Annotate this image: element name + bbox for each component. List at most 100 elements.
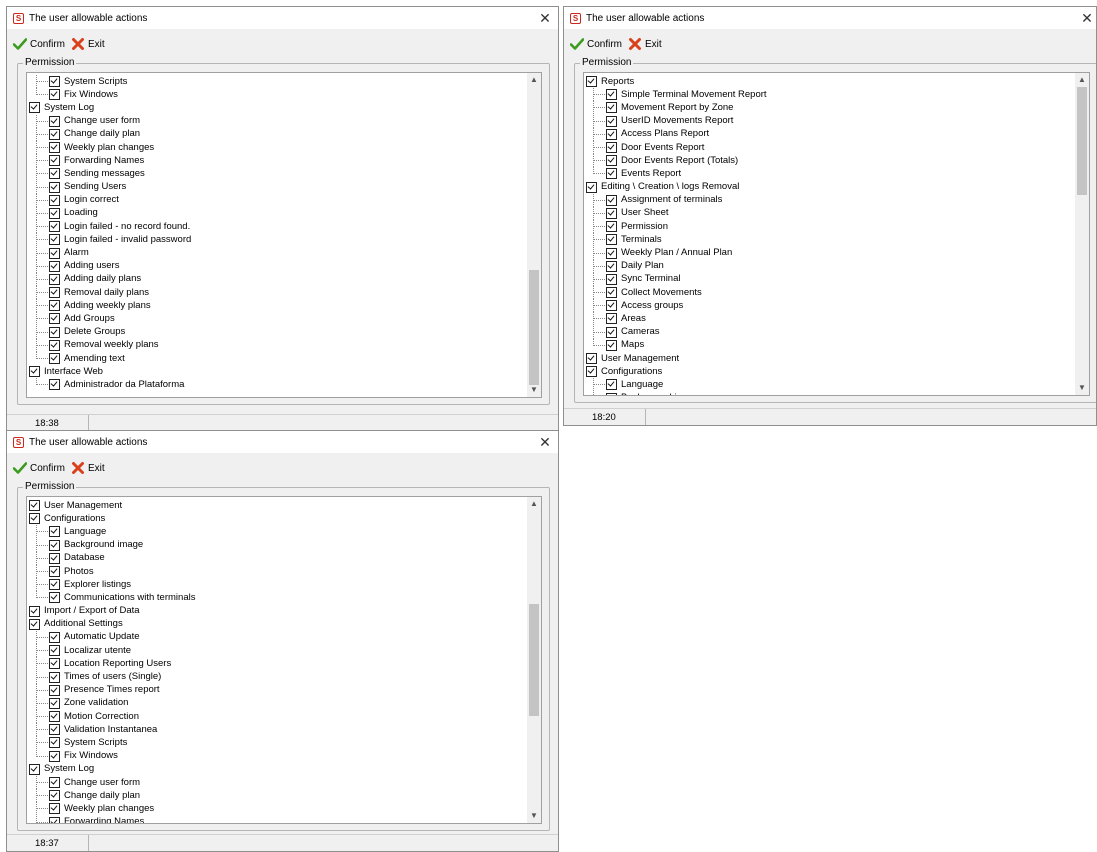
permission-checkbox[interactable] — [606, 287, 617, 299]
tree-node[interactable]: Maps — [586, 338, 1075, 352]
permission-checkbox[interactable] — [49, 711, 60, 723]
permission-checkbox[interactable] — [606, 194, 617, 206]
permission-checkbox[interactable] — [49, 592, 60, 604]
tree-node[interactable]: Areas — [586, 312, 1075, 326]
permission-checkbox[interactable] — [29, 605, 40, 617]
permission-checkbox[interactable] — [606, 379, 617, 391]
permission-checkbox[interactable] — [49, 803, 60, 815]
permission-checkbox[interactable] — [606, 260, 617, 272]
permission-checkbox[interactable] — [606, 128, 617, 140]
tree-node[interactable]: Localizar utente — [29, 644, 527, 658]
permission-checkbox[interactable] — [49, 89, 60, 101]
permission-checkbox[interactable] — [49, 260, 60, 272]
scroll-down-arrow-icon[interactable]: ▼ — [527, 809, 541, 823]
scroll-down-arrow-icon[interactable]: ▼ — [527, 383, 541, 397]
permission-checkbox[interactable] — [49, 658, 60, 670]
close-button[interactable]: ✕ — [1078, 9, 1096, 27]
exit-button[interactable]: Exit — [628, 37, 662, 51]
permission-checkbox[interactable] — [606, 392, 617, 395]
tree-node[interactable]: Weekly Plan / Annual Plan — [586, 246, 1075, 260]
tree-node[interactable]: Adding daily plans — [29, 272, 527, 286]
tree-node[interactable]: Login failed - invalid password — [29, 233, 527, 247]
permission-checkbox[interactable] — [49, 194, 60, 206]
permission-checkbox[interactable] — [606, 313, 617, 325]
tree-node[interactable]: Background image — [29, 538, 527, 552]
permission-checkbox[interactable] — [606, 102, 617, 114]
permission-checkbox[interactable] — [49, 631, 60, 643]
tree-node[interactable]: Photos — [29, 565, 527, 579]
tree-node[interactable]: Communications with terminals — [29, 591, 527, 604]
tree-node[interactable]: User Management — [29, 499, 527, 512]
tree-node[interactable]: Zone validation — [29, 696, 527, 710]
permission-checkbox[interactable] — [606, 115, 617, 127]
scroll-thumb[interactable] — [529, 270, 539, 385]
tree-node[interactable]: Editing \ Creation \ logs Removal — [586, 181, 1075, 194]
permission-checkbox[interactable] — [49, 379, 60, 391]
permission-checkbox[interactable] — [29, 618, 40, 630]
vertical-scrollbar[interactable]: ▲ ▼ — [527, 497, 541, 823]
permission-checkbox[interactable] — [586, 353, 597, 365]
permission-checkbox[interactable] — [49, 142, 60, 154]
tree-node[interactable]: Access groups — [586, 299, 1075, 313]
permission-checkbox[interactable] — [586, 366, 597, 378]
permission-tree[interactable]: Reports Simple Terminal Movement Report Mo… — [583, 72, 1090, 396]
tree-node[interactable]: Sending Users — [29, 180, 527, 194]
tree-node[interactable]: System Log — [29, 763, 527, 776]
permission-checkbox[interactable] — [606, 300, 617, 312]
permission-checkbox[interactable] — [49, 221, 60, 233]
tree-node[interactable]: Automatic Update — [29, 630, 527, 644]
tree-node[interactable]: System Log — [29, 101, 527, 114]
tree-node[interactable]: Fix Windows — [29, 88, 527, 101]
tree-node[interactable]: Motion Correction — [29, 710, 527, 724]
tree-node[interactable]: Door Events Report — [586, 141, 1075, 155]
tree-node[interactable]: Weekly plan changes — [29, 141, 527, 155]
permission-checkbox[interactable] — [49, 273, 60, 285]
permission-checkbox[interactable] — [586, 181, 597, 193]
permission-checkbox[interactable] — [49, 326, 60, 338]
permission-checkbox[interactable] — [29, 500, 40, 512]
permission-checkbox[interactable] — [606, 142, 617, 154]
tree-node[interactable]: Alarm — [29, 246, 527, 260]
tree-node[interactable]: Collect Movements — [586, 286, 1075, 300]
permission-checkbox[interactable] — [49, 168, 60, 180]
permission-checkbox[interactable] — [606, 326, 617, 338]
permission-checkbox[interactable] — [29, 102, 40, 114]
tree-node[interactable]: Terminals — [586, 233, 1075, 247]
permission-checkbox[interactable] — [49, 155, 60, 167]
permission-checkbox[interactable] — [49, 115, 60, 127]
permission-tree[interactable]: System Scripts Fix Windows System Log Chang… — [26, 72, 542, 398]
tree-node[interactable]: Events Report — [586, 167, 1075, 180]
permission-checkbox[interactable] — [49, 645, 60, 657]
scroll-thumb[interactable] — [1077, 87, 1087, 195]
tree-node[interactable]: Change user form — [29, 776, 527, 790]
tree-node[interactable]: Door Events Report (Totals) — [586, 154, 1075, 168]
tree-node[interactable]: Simple Terminal Movement Report — [586, 88, 1075, 102]
tree-node[interactable]: Language — [586, 378, 1075, 392]
tree-node[interactable]: Reports — [586, 75, 1075, 88]
permission-checkbox[interactable] — [29, 513, 40, 525]
permission-checkbox[interactable] — [606, 339, 617, 351]
permission-checkbox[interactable] — [49, 234, 60, 246]
permission-checkbox[interactable] — [49, 539, 60, 551]
permission-checkbox[interactable] — [29, 763, 40, 775]
permission-checkbox[interactable] — [606, 234, 617, 246]
permission-checkbox[interactable] — [49, 76, 60, 88]
tree-node[interactable]: Configurations — [29, 512, 527, 525]
permission-checkbox[interactable] — [49, 313, 60, 325]
tree-node[interactable]: Removal daily plans — [29, 286, 527, 300]
tree-node[interactable]: Access Plans Report — [586, 127, 1075, 141]
permission-checkbox[interactable] — [49, 816, 60, 823]
tree-node[interactable]: Change daily plan — [29, 789, 527, 803]
tree-node[interactable]: Change daily plan — [29, 127, 527, 141]
permission-checkbox[interactable] — [606, 273, 617, 285]
tree-node[interactable]: User Sheet — [586, 206, 1075, 220]
tree-node[interactable]: Permission — [586, 220, 1075, 234]
permission-checkbox[interactable] — [49, 526, 60, 538]
permission-checkbox[interactable] — [606, 89, 617, 101]
tree-node[interactable]: Login failed - no record found. — [29, 220, 527, 234]
tree-node[interactable]: Language — [29, 525, 527, 539]
scroll-thumb[interactable] — [529, 604, 539, 716]
tree-node[interactable]: Presence Times report — [29, 683, 527, 697]
tree-node[interactable]: Adding users — [29, 259, 527, 273]
tree-node[interactable]: Delete Groups — [29, 325, 527, 339]
